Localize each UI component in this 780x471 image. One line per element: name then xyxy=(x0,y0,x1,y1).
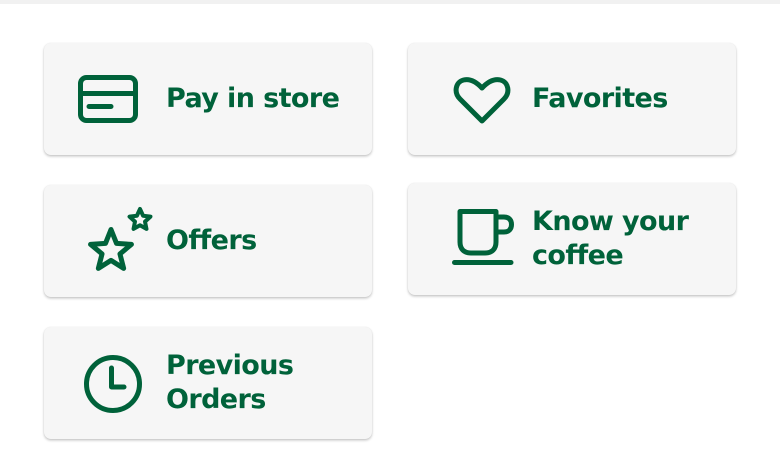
clock-icon xyxy=(83,354,143,414)
favorites-button[interactable]: Favorites xyxy=(408,43,736,155)
previous-orders-label-line-2: Orders xyxy=(166,384,266,415)
offers-button[interactable]: Offers xyxy=(44,185,372,297)
know-your-coffee-button[interactable]: Know your coffee xyxy=(408,183,736,295)
favorites-label: Favorites xyxy=(532,83,668,114)
offers-label: Offers xyxy=(166,225,257,256)
stars-icon xyxy=(82,207,158,279)
heart-icon xyxy=(453,77,511,125)
previous-orders-label-line-1: Previous xyxy=(166,350,294,381)
previous-orders-label: Previous Orders xyxy=(166,349,294,417)
credit-card-icon xyxy=(78,75,138,123)
coffee-cup-icon xyxy=(452,209,516,267)
pay-in-store-button[interactable]: Pay in store xyxy=(44,43,372,155)
know-your-coffee-label-line-1: Know your xyxy=(532,206,689,237)
previous-orders-button[interactable]: Previous Orders xyxy=(44,327,372,439)
know-your-coffee-label: Know your coffee xyxy=(532,205,689,273)
top-divider xyxy=(0,0,780,4)
know-your-coffee-label-line-2: coffee xyxy=(532,240,624,271)
pay-in-store-label: Pay in store xyxy=(166,83,340,114)
